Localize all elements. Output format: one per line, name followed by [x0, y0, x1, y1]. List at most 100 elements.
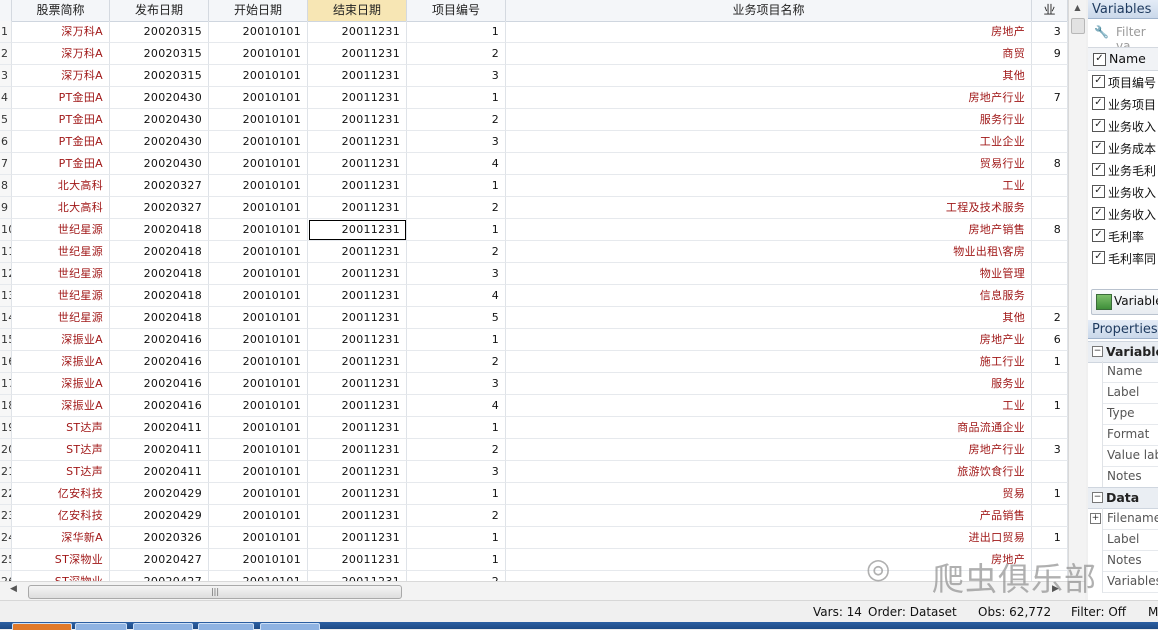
- variable-list-item[interactable]: ✓ 项目编号: [1088, 71, 1158, 93]
- cell-end-date[interactable]: 20011231: [308, 461, 407, 483]
- property-row[interactable]: Type: [1102, 403, 1158, 425]
- collapse-icon[interactable]: −: [1092, 492, 1103, 503]
- cell-item-no[interactable]: 2: [407, 351, 506, 373]
- cell-end-date[interactable]: 20011231: [308, 351, 407, 373]
- cell-business-name[interactable]: 商品流通企业: [506, 417, 1032, 439]
- cell-item-no[interactable]: 1: [407, 527, 506, 549]
- row-number[interactable]: 17: [0, 373, 12, 395]
- variable-checkbox[interactable]: ✓: [1092, 229, 1105, 242]
- cell-stock-name[interactable]: 北大高科: [12, 175, 110, 197]
- cell-publish-date[interactable]: 20020418: [110, 307, 209, 329]
- cell-business-more[interactable]: 3: [1032, 439, 1068, 461]
- variables-name-header[interactable]: ✓ Name: [1088, 47, 1158, 71]
- variable-checkbox[interactable]: ✓: [1092, 251, 1105, 264]
- cell-publish-date[interactable]: 20020411: [110, 417, 209, 439]
- cell-business-name[interactable]: 房地产: [506, 21, 1032, 43]
- cell-end-date[interactable]: 20011231: [308, 131, 407, 153]
- cell-business-more[interactable]: 9: [1032, 43, 1068, 65]
- table-row[interactable]: 4 PT金田A 20020430 20010101 20011231 1 房地产行业 7: [0, 87, 1068, 109]
- variables-filter[interactable]: 🔧 Filter va: [1088, 21, 1158, 53]
- cell-item-no[interactable]: 2: [407, 109, 506, 131]
- variable-checkbox[interactable]: ✓: [1092, 141, 1105, 154]
- row-number[interactable]: 14: [0, 307, 12, 329]
- cell-start-date[interactable]: 20010101: [209, 285, 308, 307]
- row-number[interactable]: 15: [0, 329, 12, 351]
- cell-end-date[interactable]: 20011231: [308, 285, 407, 307]
- cell-start-date[interactable]: 20010101: [209, 329, 308, 351]
- cell-publish-date[interactable]: 20020430: [110, 153, 209, 175]
- cell-business-more[interactable]: [1032, 241, 1068, 263]
- horizontal-scroll-thumb[interactable]: |||: [28, 585, 402, 599]
- cell-business-name[interactable]: 房地产销售: [506, 219, 1032, 241]
- cell-business-more[interactable]: 1: [1032, 483, 1068, 505]
- variables-manager-button[interactable]: Variable: [1091, 289, 1158, 315]
- cell-item-no[interactable]: 1: [407, 87, 506, 109]
- cell-publish-date[interactable]: 20020427: [110, 571, 209, 581]
- property-row[interactable]: Notes: [1102, 466, 1158, 488]
- cell-item-no[interactable]: 1: [407, 219, 506, 241]
- property-row[interactable]: + Filename: [1090, 508, 1158, 530]
- variable-checkbox[interactable]: ✓: [1092, 207, 1105, 220]
- vertical-scroll-thumb[interactable]: [1071, 18, 1085, 34]
- cell-start-date[interactable]: 20010101: [209, 263, 308, 285]
- cell-start-date[interactable]: 20010101: [209, 175, 308, 197]
- properties-variables-section[interactable]: − Variable: [1088, 341, 1158, 363]
- cell-start-date[interactable]: 20010101: [209, 461, 308, 483]
- property-row[interactable]: Name: [1102, 361, 1158, 383]
- cell-business-more[interactable]: [1032, 131, 1068, 153]
- cell-business-more[interactable]: 8: [1032, 153, 1068, 175]
- cell-end-date[interactable]: 20011231: [308, 109, 407, 131]
- cell-stock-name[interactable]: 深华新A: [12, 527, 110, 549]
- cell-publish-date[interactable]: 20020429: [110, 505, 209, 527]
- table-row[interactable]: 13世纪星源2002041820010101200112314信息服务: [0, 285, 1068, 307]
- cell-business-name[interactable]: 工业企业: [506, 131, 1032, 153]
- cell-business-name[interactable]: 商贸: [506, 43, 1032, 65]
- cell-business-name[interactable]: 工业: [506, 175, 1032, 197]
- cell-end-date[interactable]: 20011231: [308, 505, 407, 527]
- table-row[interactable]: 2 深万科A 20020315 20010101 20011231 2 商贸 9: [0, 43, 1068, 65]
- cell-publish-date[interactable]: 20020418: [110, 241, 209, 263]
- cell-business-more[interactable]: 6: [1032, 329, 1068, 351]
- cell-business-name[interactable]: 贸易行业: [506, 153, 1032, 175]
- scroll-up-arrow-icon[interactable]: ▲: [1069, 0, 1086, 16]
- row-number[interactable]: 20: [0, 439, 12, 461]
- row-number[interactable]: 4: [0, 87, 12, 109]
- table-row[interactable]: 11世纪星源2002041820010101200112312物业出租\客房: [0, 241, 1068, 263]
- cell-business-name[interactable]: 房地产业: [506, 329, 1032, 351]
- cell-start-date[interactable]: 20010101: [209, 549, 308, 571]
- table-row[interactable]: 19ST达声2002041120010101200112311商品流通企业: [0, 417, 1068, 439]
- cell-end-date[interactable]: 20011231: [308, 65, 407, 87]
- cell-business-name[interactable]: 信息服务: [506, 285, 1032, 307]
- cell-start-date[interactable]: 20010101: [209, 417, 308, 439]
- select-all-checkbox[interactable]: ✓: [1093, 53, 1106, 66]
- cell-publish-date[interactable]: 20020430: [110, 131, 209, 153]
- cell-start-date[interactable]: 20010101: [209, 197, 308, 219]
- cell-stock-name[interactable]: 世纪星源: [12, 219, 110, 241]
- property-row[interactable]: Format: [1102, 424, 1158, 446]
- cell-business-more[interactable]: [1032, 197, 1068, 219]
- cell-stock-name[interactable]: 世纪星源: [12, 307, 110, 329]
- cell-business-more[interactable]: [1032, 505, 1068, 527]
- cell-stock-name[interactable]: 深振业A: [12, 329, 110, 351]
- table-row[interactable]: 14世纪星源2002041820010101200112315其他2: [0, 307, 1068, 329]
- cell-end-date[interactable]: 20011231: [308, 263, 407, 285]
- table-row[interactable]: 9 北大高科 20020327 20010101 20011231 2 工程及技术服务: [0, 197, 1068, 219]
- cell-item-no[interactable]: 3: [407, 131, 506, 153]
- cell-business-name[interactable]: 房地产行业: [506, 87, 1032, 109]
- cell-business-more[interactable]: [1032, 65, 1068, 87]
- cell-end-date[interactable]: 20011231: [308, 241, 407, 263]
- variable-list-item[interactable]: ✓ 业务收入: [1088, 181, 1158, 203]
- cell-start-date[interactable]: 20010101: [209, 241, 308, 263]
- variable-list-item[interactable]: ✓ 业务项目: [1088, 93, 1158, 115]
- column-header-publish-date[interactable]: 发布日期: [110, 0, 209, 21]
- cell-start-date[interactable]: 20010101: [209, 109, 308, 131]
- table-row[interactable]: 21ST达声2002041120010101200112313旅游饮食行业: [0, 461, 1068, 483]
- cell-stock-name[interactable]: 深振业A: [12, 351, 110, 373]
- column-header-item-no[interactable]: 项目编号: [407, 0, 506, 21]
- cell-business-more[interactable]: [1032, 417, 1068, 439]
- cell-business-name[interactable]: 服务业: [506, 373, 1032, 395]
- variable-list-item[interactable]: ✓ 毛利率同: [1088, 247, 1158, 269]
- cell-business-name[interactable]: 施工行业: [506, 351, 1032, 373]
- cell-business-more[interactable]: [1032, 285, 1068, 307]
- cell-stock-name[interactable]: 世纪星源: [12, 263, 110, 285]
